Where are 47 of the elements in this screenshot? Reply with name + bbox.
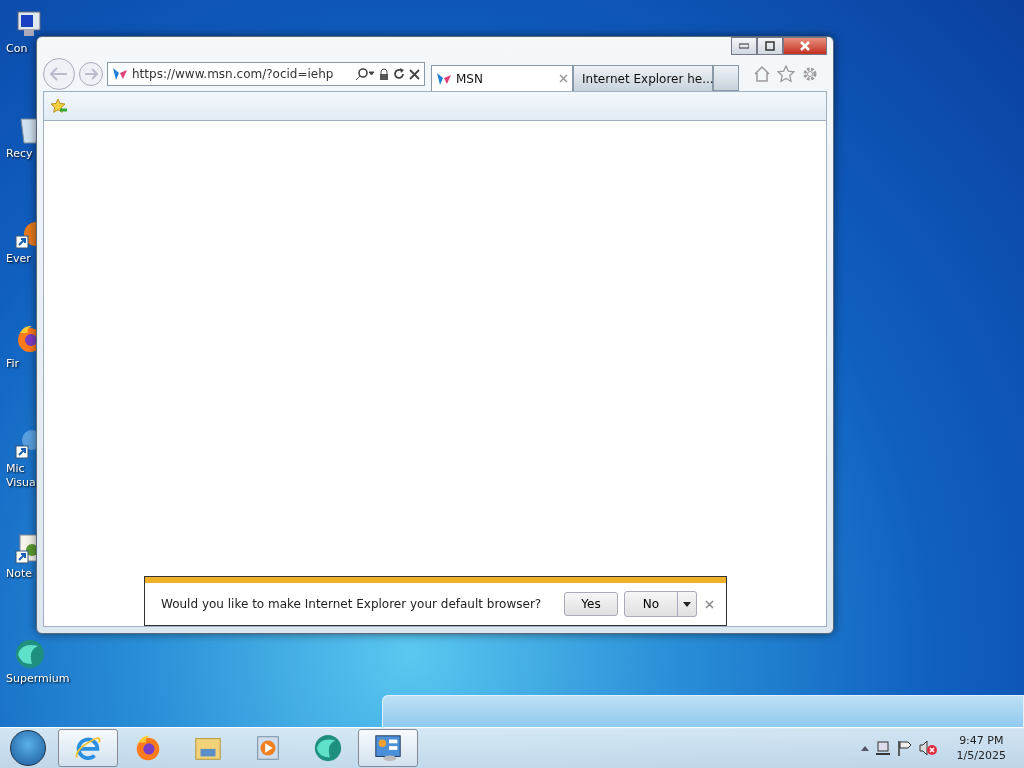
yes-button[interactable]: Yes [564, 592, 618, 616]
supermium-icon [14, 638, 46, 670]
maximize-button[interactable] [757, 37, 783, 55]
close-tab-icon[interactable] [559, 74, 568, 83]
desktop-icon-label[interactable]: Supermium [6, 672, 70, 686]
taskbar-button[interactable] [358, 729, 418, 767]
browser-tab[interactable]: Internet Explorer he... [573, 65, 713, 91]
maximize-icon [765, 41, 775, 51]
control-panel-icon [373, 733, 403, 763]
desktop-icon-label[interactable]: Mic Visua [6, 462, 36, 490]
desktop-icon-label[interactable]: Fir [6, 357, 20, 371]
desktop-icon-label[interactable]: Note [6, 567, 33, 581]
browser-tab[interactable]: MSN [431, 65, 573, 91]
caret-icon [683, 601, 691, 607]
close-button[interactable] [783, 37, 827, 55]
star-icon[interactable] [777, 65, 795, 83]
clock[interactable]: 9:47 PM 1/5/2025 [956, 733, 1006, 763]
no-button[interactable]: No [624, 592, 678, 616]
refresh-icon[interactable] [393, 68, 405, 80]
desktop-icon-label[interactable]: Recy [6, 147, 33, 161]
stop-icon[interactable] [409, 68, 420, 80]
settings-icon[interactable] [801, 65, 819, 83]
new-tab-button[interactable] [713, 65, 739, 91]
minimize-icon [739, 43, 749, 49]
close-icon [799, 41, 811, 51]
search-icon[interactable] [355, 68, 375, 80]
notification-message: Would you like to make Internet Explorer your default browser? [161, 597, 543, 611]
lock-icon[interactable] [379, 68, 389, 80]
forward-arrow-icon [84, 68, 98, 80]
show-hidden-icons-icon[interactable] [860, 745, 869, 751]
address-bar[interactable]: https://www.msn.com/?ocid=iehp [107, 62, 425, 86]
home-icon[interactable] [753, 65, 771, 83]
back-arrow-icon [50, 67, 68, 81]
taskbar-button[interactable] [58, 729, 118, 767]
network-icon[interactable] [874, 740, 891, 756]
desktop-icon-label[interactable]: Ever [6, 252, 31, 266]
minimize-button[interactable] [731, 37, 757, 55]
supermium-icon [313, 733, 343, 763]
muted-speaker-icon[interactable] [918, 740, 937, 756]
butterfly-icon [112, 67, 128, 81]
clock-date: 1/5/2025 [956, 748, 1006, 763]
favorites-star-icon[interactable] [50, 98, 68, 114]
desktop-icon-label[interactable]: Con [6, 42, 28, 56]
url-text: https://www.msn.com/?ocid=iehp [132, 67, 335, 81]
butterfly-icon [436, 71, 452, 86]
clock-time: 9:47 PM [959, 733, 1004, 748]
flag-icon[interactable] [896, 740, 913, 756]
